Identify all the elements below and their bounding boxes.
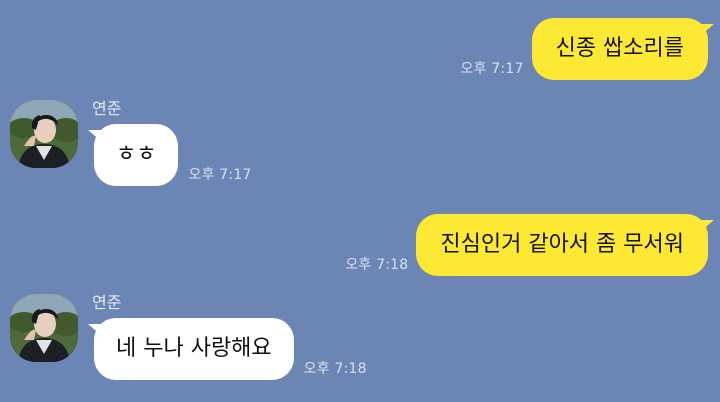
incoming-message-body: 연준 ㅎㅎ 오후 7:17 <box>87 100 252 186</box>
profile-photo-icon <box>10 294 78 362</box>
message-time: 오후 7:18 <box>345 257 409 273</box>
message-row-outgoing: 오후 7:17 신종 쌉소리를 <box>460 18 715 80</box>
message-text: 신종 쌉소리를 <box>555 36 684 61</box>
sender-name[interactable]: 연준 <box>92 100 252 118</box>
message-bubble-outgoing[interactable]: 진심인거 같아서 좀 무서워 <box>416 214 714 276</box>
profile-photo-icon <box>10 100 78 168</box>
message-bubble-outgoing[interactable]: 신종 쌉소리를 <box>531 18 715 80</box>
message-time: 오후 7:17 <box>188 167 252 183</box>
message-bubble-incoming[interactable]: 네 누나 사랑해요 <box>88 318 294 380</box>
message-text: ㅎㅎ <box>116 142 157 167</box>
message-time: 오후 7:17 <box>460 61 524 77</box>
message-row-incoming: 연준 ㅎㅎ 오후 7:17 <box>10 100 252 186</box>
avatar[interactable] <box>10 100 78 168</box>
sender-name[interactable]: 연준 <box>92 294 367 312</box>
message-text: 진심인거 같아서 좀 무서워 <box>440 232 684 257</box>
message-bubble-incoming[interactable]: ㅎㅎ <box>87 124 179 186</box>
incoming-message-line: 네 누나 사랑해요 오후 7:18 <box>88 318 367 380</box>
incoming-message-line: ㅎㅎ 오후 7:17 <box>87 124 252 186</box>
message-time: 오후 7:18 <box>303 361 367 377</box>
message-row-incoming: 연준 네 누나 사랑해요 오후 7:18 <box>10 294 367 380</box>
avatar[interactable] <box>10 294 78 362</box>
message-text: 네 누나 사랑해요 <box>116 336 272 361</box>
message-row-outgoing: 오후 7:18 진심인거 같아서 좀 무서워 <box>345 214 714 276</box>
chat-room: 오후 7:17 신종 쌉소리를 연준 ㅎㅎ 오후 7:17 오후 7:18 진심… <box>0 0 720 402</box>
incoming-message-body: 연준 네 누나 사랑해요 오후 7:18 <box>88 294 367 380</box>
